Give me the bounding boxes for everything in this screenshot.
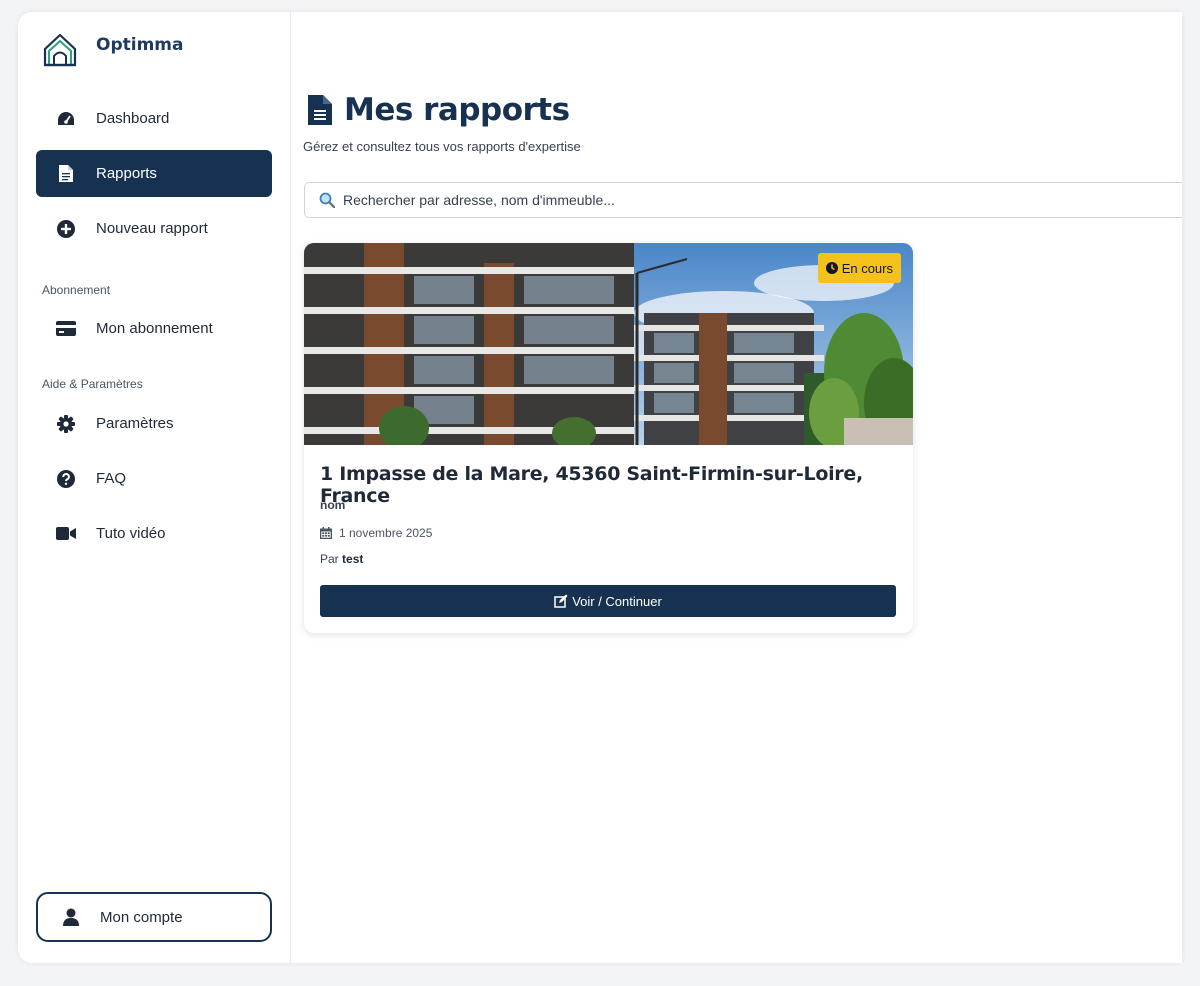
- sidebar-item-tuto-video[interactable]: Tuto vidéo: [36, 510, 272, 557]
- report-date-text: 1 novembre 2025: [339, 526, 433, 540]
- status-badge-text: En cours: [841, 260, 893, 276]
- status-badge: En cours: [817, 253, 901, 283]
- main-content: Mes rapports Gérez et consultez tous vos…: [291, 12, 1182, 963]
- account-label: Mon compte: [100, 908, 183, 926]
- sidebar-item-dashboard[interactable]: Dashboard: [36, 95, 272, 142]
- brand[interactable]: Optimma: [42, 32, 183, 68]
- report-address: 1 Impasse de la Mare, 45360 Saint-Firmin…: [320, 463, 863, 507]
- file-icon: [308, 95, 332, 125]
- sidebar-item-label: Nouveau rapport: [96, 220, 208, 237]
- page-title-text: Mes rapports: [344, 92, 570, 128]
- section-label-abonnement: Abonnement: [42, 283, 111, 297]
- sidebar-item-faq[interactable]: FAQ: [36, 455, 272, 502]
- edit-icon: [554, 594, 568, 608]
- author-prefix: Par: [320, 552, 339, 566]
- view-continue-label: Voir / Continuer: [572, 593, 662, 609]
- sidebar-item-label: FAQ: [96, 470, 127, 487]
- report-name: nom: [320, 498, 346, 512]
- plus-circle-icon: [55, 218, 77, 240]
- search-icon: [319, 192, 335, 208]
- sidebar-item-label: Paramètres: [96, 415, 174, 432]
- sidebar: Optimma Dashboard Rapports Nouveau rappo…: [18, 12, 291, 963]
- app-window: Optimma Dashboard Rapports Nouveau rappo…: [18, 12, 1182, 963]
- file-icon: [55, 163, 77, 185]
- view-continue-button[interactable]: Voir / Continuer: [320, 585, 896, 617]
- sidebar-item-nouveau-rapport[interactable]: Nouveau rapport: [36, 205, 272, 252]
- sidebar-item-label: Mon abonnement: [96, 320, 213, 337]
- sidebar-item-label: Tuto vidéo: [96, 525, 166, 542]
- brand-name: Optimma: [96, 35, 184, 55]
- author-name: test: [342, 552, 364, 566]
- report-card[interactable]: En cours 1 Impasse de la Mare, 45360 Sai…: [304, 243, 913, 633]
- sidebar-item-mon-abonnement[interactable]: Mon abonnement: [36, 305, 272, 352]
- report-date: 1 novembre 2025: [320, 526, 432, 540]
- sidebar-item-label: Dashboard: [96, 110, 170, 127]
- gear-icon: [55, 413, 77, 435]
- report-author: Par test: [320, 552, 363, 566]
- credit-card-icon: [55, 318, 77, 340]
- page-title: Mes rapports: [308, 92, 570, 128]
- page-subtitle: Gérez et consultez tous vos rapports d'e…: [303, 139, 581, 154]
- account-button[interactable]: Mon compte: [36, 892, 272, 942]
- house-logo-icon: [43, 33, 77, 67]
- section-label-aide-parametres: Aide & Paramètres: [42, 377, 143, 391]
- search-input[interactable]: [341, 191, 1145, 209]
- sidebar-item-label: Rapports: [96, 165, 157, 182]
- calendar-icon: [320, 527, 332, 539]
- video-icon: [55, 523, 77, 545]
- sidebar-item-rapports[interactable]: Rapports: [36, 150, 272, 197]
- search-bar[interactable]: [304, 182, 1182, 218]
- sidebar-item-parametres[interactable]: Paramètres: [36, 400, 272, 447]
- question-circle-icon: [55, 468, 77, 490]
- user-icon: [60, 908, 82, 926]
- clock-icon: [825, 262, 838, 274]
- tachometer-icon: [55, 108, 77, 130]
